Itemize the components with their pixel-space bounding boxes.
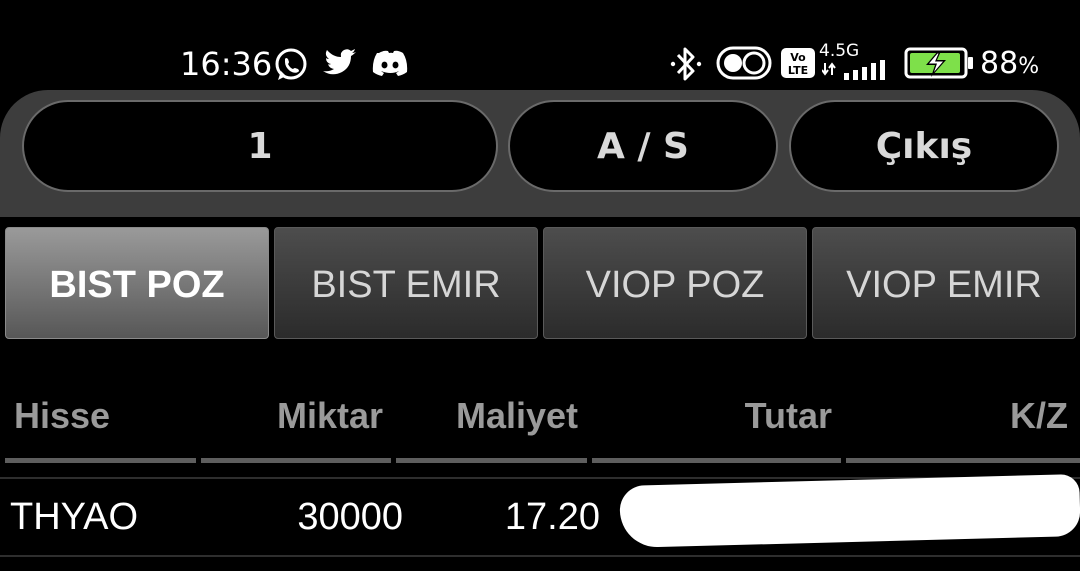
header-divider	[201, 458, 391, 463]
battery-charging-icon	[904, 47, 973, 79]
account-button[interactable]: 1	[22, 100, 498, 192]
buy-sell-button[interactable]: A / S	[508, 100, 778, 192]
bluetooth-icon	[670, 47, 702, 81]
tab-bist-emir[interactable]: BIST EMIR	[274, 227, 538, 339]
battery-percent: 88%	[980, 46, 1040, 81]
header-divider	[592, 458, 841, 463]
network-type: 4.5G	[819, 41, 860, 61]
svg-text:LTE: LTE	[788, 64, 808, 77]
position-tabs: BIST POZ BIST EMIR VIOP POZ VIOP EMIR	[0, 217, 1080, 349]
column-header-miktar[interactable]: Miktar	[277, 394, 383, 438]
svg-text:Vo: Vo	[790, 51, 806, 64]
tab-viop-emir[interactable]: VIOP EMIR	[812, 227, 1076, 339]
toggle-icon	[716, 46, 772, 80]
cell-hisse: THYAO	[10, 496, 139, 538]
exit-button[interactable]: Çıkış	[789, 100, 1059, 192]
tab-viop-poz[interactable]: VIOP POZ	[543, 227, 807, 339]
volte-icon: Vo LTE	[781, 48, 815, 78]
twitter-icon	[323, 49, 356, 75]
header-divider	[396, 458, 587, 463]
column-header-kz[interactable]: K/Z	[1010, 394, 1068, 438]
status-time: 16:36	[180, 45, 273, 83]
cell-maliyet: 17.20	[504, 496, 600, 538]
signal-icon	[822, 60, 885, 80]
column-header-maliyet[interactable]: Maliyet	[456, 394, 578, 438]
whatsapp-icon	[275, 48, 307, 80]
redaction-overlay	[619, 473, 1080, 549]
discord-icon	[372, 50, 408, 76]
row-divider	[0, 555, 1080, 557]
cell-miktar: 30000	[297, 496, 403, 538]
tab-bist-poz[interactable]: BIST POZ	[5, 227, 269, 339]
status-bar: 16:36 Vo LTE 4.5G 88%	[0, 0, 1080, 95]
header-divider	[846, 458, 1080, 463]
column-header-tutar[interactable]: Tutar	[745, 394, 832, 438]
header-divider	[5, 458, 196, 463]
column-header-hisse[interactable]: Hisse	[14, 394, 110, 438]
positions-table: Hisse Miktar Maliyet Tutar K/Z THYAO 300…	[0, 370, 1080, 571]
top-bar: 1 A / S Çıkış	[0, 90, 1080, 217]
